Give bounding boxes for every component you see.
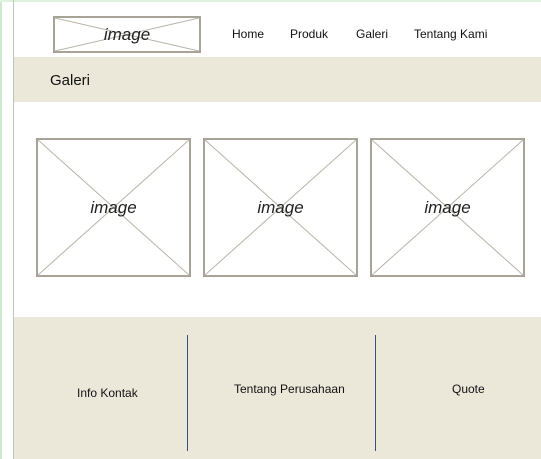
- wireframe-page: image Home Produk Galeri Tentang Kami Ga…: [0, 0, 541, 459]
- page-edge-top: [0, 0, 541, 2]
- gallery-image-label: image: [257, 197, 304, 217]
- gallery-image-label: image: [424, 197, 471, 217]
- page-title: Galeri: [50, 72, 91, 89]
- gallery-image-label: image: [90, 197, 137, 217]
- gallery-image-2[interactable]: image: [203, 138, 358, 277]
- gallery-image-3[interactable]: image: [370, 138, 525, 277]
- footer-link-tentang-perusahaan[interactable]: Tentang Perusahaan: [234, 382, 345, 396]
- nav-item-galeri[interactable]: Galeri: [356, 27, 388, 41]
- nav-item-tentang-kami[interactable]: Tentang Kami: [414, 27, 487, 41]
- nav-item-home[interactable]: Home: [232, 27, 264, 41]
- footer-divider: [187, 335, 188, 451]
- logo-image-label: image: [103, 24, 151, 44]
- page-edge: [0, 0, 2, 459]
- footer-link-quote[interactable]: Quote: [452, 382, 485, 396]
- footer-divider: [375, 335, 376, 451]
- gallery-image-1[interactable]: image: [36, 138, 191, 277]
- nav-item-produk[interactable]: Produk: [290, 27, 328, 41]
- page-title-band: Galeri: [14, 57, 541, 102]
- footer: Info Kontak Tentang Perusahaan Quote: [14, 317, 541, 459]
- logo-image-placeholder[interactable]: image: [53, 16, 201, 53]
- footer-link-info-kontak[interactable]: Info Kontak: [77, 386, 138, 400]
